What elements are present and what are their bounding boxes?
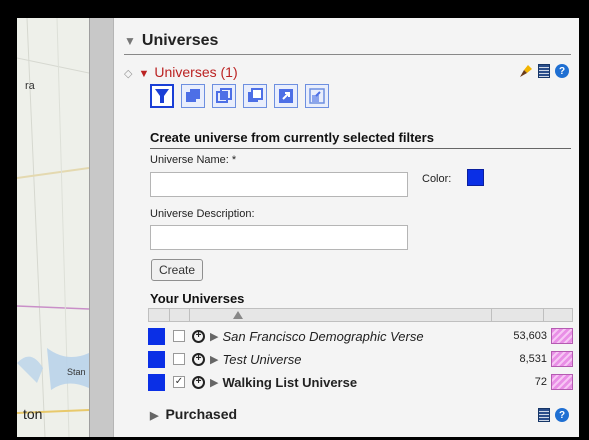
add-circle-icon[interactable]: +: [192, 329, 205, 343]
panel-header[interactable]: ▼ Universes: [124, 32, 218, 50]
help-icon[interactable]: ?: [555, 408, 569, 422]
import-tool-button[interactable]: [305, 84, 329, 108]
universe-count: 8,531: [519, 353, 547, 365]
universe-count: 72: [534, 376, 547, 388]
purchased-section-toggle[interactable]: ▶ Purchased: [150, 406, 237, 422]
universe-checkbox[interactable]: ✓: [173, 376, 185, 388]
universe-row[interactable]: + ▶ San Francisco Demographic Verse 53,6…: [148, 325, 573, 347]
universe-description-label: Universe Description:: [150, 208, 255, 220]
subsection-icons: ?: [519, 64, 569, 78]
universes-panel: ▼ Universes ◇ ▼ Universes (1) ? Create u…: [114, 18, 579, 437]
create-divider: [150, 148, 571, 149]
universe-name-label: Universe Name: *: [150, 154, 237, 166]
chevron-icon: ◇: [124, 68, 133, 80]
subsection-title: Universes (1): [154, 64, 238, 80]
import-icon: [309, 88, 325, 104]
subtract-tool-button[interactable]: [243, 84, 267, 108]
collapse-triangle-icon: ▼: [124, 34, 136, 48]
intersect-tool-button[interactable]: [212, 84, 236, 108]
expand-arrow-icon: ▶: [150, 410, 159, 422]
map-view[interactable]: ra Stan ton: [17, 18, 89, 437]
expand-arrow-icon[interactable]: ▶: [210, 376, 218, 389]
universe-row[interactable]: ✓ + ▶ Walking List Universe 72: [148, 371, 573, 393]
universe-name: San Francisco Demographic Verse: [222, 328, 424, 344]
map-label: Stan: [67, 367, 86, 377]
purchased-icons: ?: [538, 408, 569, 422]
grid-column-divider: [491, 309, 492, 321]
purchased-label: Purchased: [165, 406, 238, 422]
universe-color-swatch[interactable]: [148, 350, 165, 368]
app-frame: ra Stan ton ▼ Universes ◇ ▼ Universes (1) ?: [17, 18, 579, 437]
add-circle-icon[interactable]: +: [192, 375, 205, 389]
universe-color-swatch[interactable]: [148, 327, 165, 345]
union-icon: [186, 89, 200, 102]
universe-checkbox[interactable]: [173, 330, 185, 342]
film-icon[interactable]: [538, 408, 550, 422]
map-icon[interactable]: [551, 374, 573, 390]
universe-toolbar: [150, 84, 329, 108]
export-icon: [279, 89, 293, 103]
grid-column-divider: [169, 309, 170, 321]
universe-name: Walking List Universe: [222, 374, 358, 390]
expand-arrow-icon[interactable]: ▶: [210, 330, 218, 343]
universe-name-input[interactable]: [150, 172, 408, 197]
expand-arrow-icon[interactable]: ▶: [210, 353, 218, 366]
universe-name: Test Universe: [222, 351, 302, 367]
universe-description-input[interactable]: [150, 225, 408, 250]
universe-color-swatch[interactable]: [148, 373, 165, 391]
your-universes-heading: Your Universes: [150, 291, 245, 306]
grid-column-divider[interactable]: [189, 309, 190, 321]
create-heading: Create universe from currently selected …: [150, 130, 434, 145]
filter-tool-button[interactable]: [150, 84, 174, 108]
create-button[interactable]: Create: [151, 259, 204, 281]
universes-grid-header: [148, 308, 573, 322]
color-swatch[interactable]: [467, 169, 484, 186]
universe-count: 53,603: [513, 330, 547, 342]
map-label: ra: [25, 80, 35, 92]
filter-icon: [155, 89, 169, 103]
export-tool-button[interactable]: [274, 84, 298, 108]
map-icon[interactable]: [551, 351, 573, 367]
grid-column-divider: [543, 309, 544, 321]
universe-row[interactable]: + ▶ Test Universe 8,531: [148, 348, 573, 370]
add-circle-icon[interactable]: +: [192, 352, 205, 366]
panel-title: Universes: [141, 32, 219, 49]
splitter-handle[interactable]: [89, 18, 114, 437]
header-divider: [124, 54, 571, 55]
map-label: ton: [23, 406, 43, 422]
union-tool-button[interactable]: [181, 84, 205, 108]
help-icon[interactable]: ?: [555, 64, 569, 78]
map-icon[interactable]: [551, 328, 573, 344]
broom-icon[interactable]: [519, 64, 533, 78]
universe-checkbox[interactable]: [173, 353, 185, 365]
color-label: Color:: [422, 173, 452, 185]
film-icon[interactable]: [538, 64, 550, 78]
intersect-icon: [216, 88, 232, 103]
sort-arrow-icon[interactable]: [233, 311, 243, 319]
universes-subsection-toggle[interactable]: ◇ ▼ Universes (1): [124, 64, 238, 80]
subtract-icon: [248, 88, 263, 102]
expand-triangle-icon: ▼: [138, 68, 150, 80]
